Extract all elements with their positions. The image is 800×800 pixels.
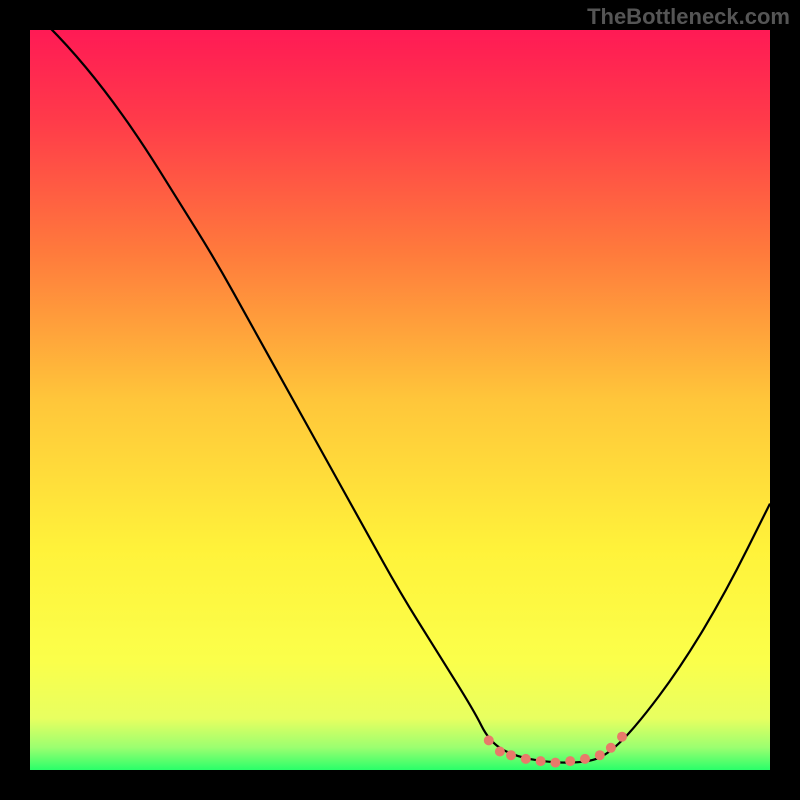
valley-marker xyxy=(606,743,616,753)
valley-marker xyxy=(617,732,627,742)
valley-marker xyxy=(484,735,494,745)
valley-marker xyxy=(495,747,505,757)
valley-marker xyxy=(595,750,605,760)
watermark-text: TheBottleneck.com xyxy=(587,4,790,30)
valley-marker xyxy=(506,750,516,760)
chart-container: TheBottleneck.com xyxy=(0,0,800,800)
valley-marker xyxy=(536,756,546,766)
valley-marker xyxy=(580,754,590,764)
chart-canvas xyxy=(0,0,800,800)
valley-marker xyxy=(521,754,531,764)
valley-marker xyxy=(565,756,575,766)
valley-marker xyxy=(550,758,560,768)
